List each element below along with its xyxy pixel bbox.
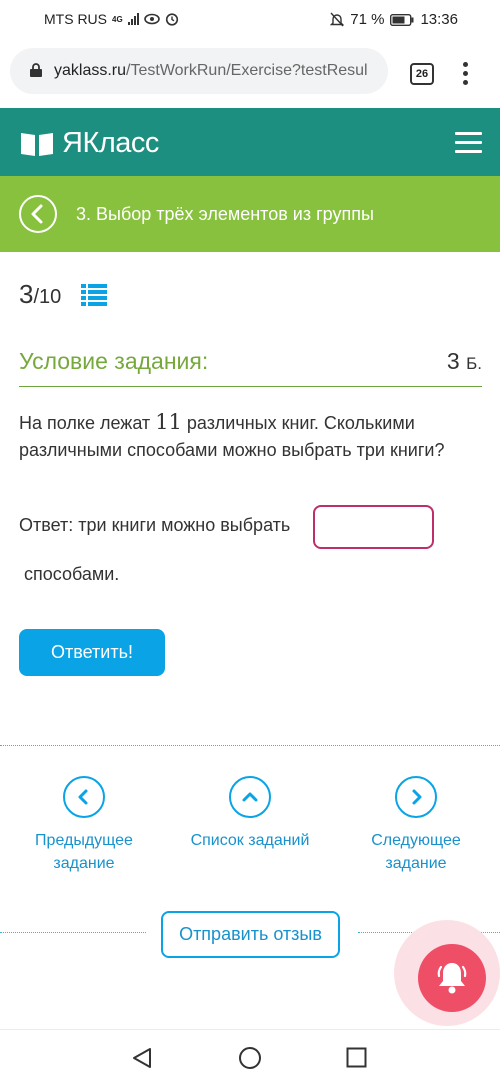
notification-button[interactable] [418,944,486,1012]
nav-recents-icon[interactable] [346,1047,367,1068]
clock: 13:36 [420,11,458,28]
site-logo[interactable]: ЯКласс [20,127,159,160]
list-icon[interactable] [81,284,107,306]
system-nav-bar [0,1029,500,1084]
brand-name: ЯКласс [62,127,159,159]
task-points: 3 Б. [447,348,482,375]
points-unit: Б. [466,354,482,373]
condition-header: Условие задания: 3 Б. [19,348,482,387]
submit-button[interactable]: Ответить! [19,629,165,676]
status-left: MTS RUS 4G [44,11,179,27]
counter-current: 3 [19,279,34,309]
bell-icon [437,963,467,994]
chevron-left-icon [78,789,88,805]
next-task-link[interactable]: Следующее задание [341,776,491,875]
answer-input[interactable] [313,505,434,549]
task-title-bar: 3. Выбор трёх элементов из группы [0,176,500,252]
question-text: На полке лежат 11 различных книг. Скольк… [19,409,489,464]
prev-task-label: Предыдущее задание [35,832,133,872]
url-domain: yaklass.ru [54,62,127,79]
site-header: ЯКласс [0,108,500,176]
mute-bell-icon [330,12,345,27]
status-right: 71 % 13:36 [330,11,458,28]
url-text: yaklass.ru/TestWorkRun/Exercise?testResu… [54,62,384,80]
back-arrow-icon [31,204,43,224]
status-bar: MTS RUS 4G 71 % 13:36 [0,0,500,38]
divider-left [0,932,146,933]
points-value: 3 [446,348,460,374]
eye-icon [143,13,160,25]
book-logo-icon [21,132,53,156]
question-number: 11 [155,410,182,434]
question-before: На полке лежат [19,413,156,433]
answer-label: Ответ: три книги можно выбрать [19,515,291,535]
feedback-button[interactable]: Отправить отзыв [161,911,340,958]
task-title: 3. Выбор трёх элементов из группы [76,204,374,224]
menu-icon[interactable] [455,132,482,159]
list-circle[interactable] [229,776,271,818]
signal-icon [127,13,139,25]
nav-back-icon[interactable] [131,1047,153,1069]
next-circle[interactable] [395,776,437,818]
chevron-right-icon [412,789,422,805]
next-task-label: Следующее задание [371,832,461,872]
back-button[interactable] [19,195,57,233]
task-counter: 3/10 [19,279,61,310]
network-type: 4G [112,14,123,24]
carrier-name: MTS RUS [44,11,107,27]
prev-circle[interactable] [63,776,105,818]
lock-icon [30,63,42,77]
battery-percent: 71 % [350,11,385,28]
counter-total: /10 [33,286,62,308]
prev-task-link[interactable]: Предыдущее задание [9,776,159,875]
browser-toolbar: yaklass.ru/TestWorkRun/Exercise?testResu… [0,38,500,108]
task-list-link[interactable]: Список заданий [175,776,325,852]
divider [0,745,500,746]
battery-icon [390,13,414,26]
address-bar[interactable]: yaklass.ru/TestWorkRun/Exercise?testResu… [10,48,388,94]
browser-menu-button[interactable] [463,62,469,89]
answer-suffix: способами. [24,564,120,584]
chevron-up-icon [242,792,258,802]
nav-home-icon[interactable] [238,1046,262,1070]
task-list-label: Список заданий [190,832,310,849]
alarm-icon [165,13,178,26]
url-path: /TestWorkRun/Exercise?testResul [126,62,368,79]
tab-switcher-button[interactable]: 26 [410,63,434,85]
condition-title: Условие задания: [19,348,209,374]
